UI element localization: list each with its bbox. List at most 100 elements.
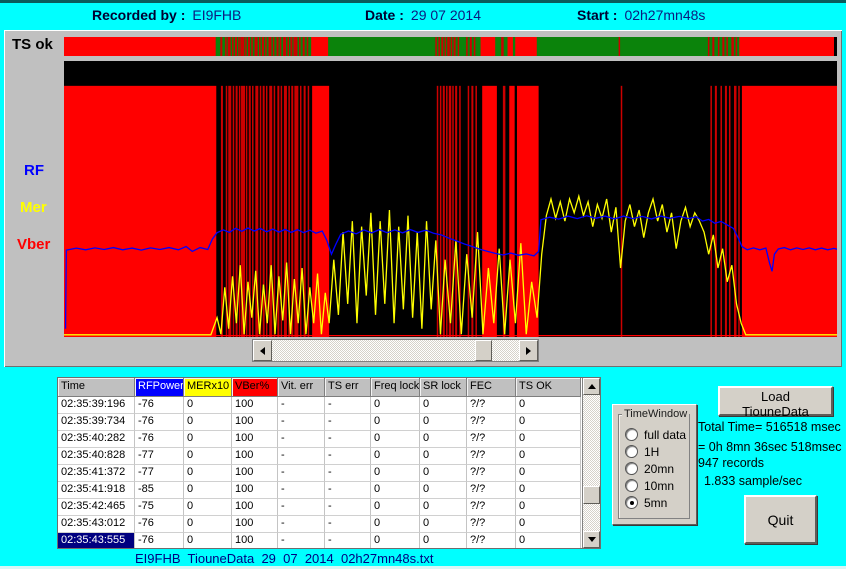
chart-scrollbar-thumb[interactable]: [475, 340, 492, 361]
start-group: Start :02h27mn48s: [577, 7, 705, 23]
radio-1h[interactable]: 1H: [625, 443, 687, 460]
radio-5mn[interactable]: 5mn: [625, 494, 687, 511]
table-cell: -: [278, 414, 325, 431]
table-cell: 100: [232, 533, 278, 548]
table-scrollbar-track[interactable]: [583, 395, 600, 531]
column-header-ts-err[interactable]: TS err: [325, 378, 371, 397]
table-cell: 0: [371, 482, 420, 499]
table-cell: 0: [516, 482, 581, 499]
recorded-by-group: Recorded by :EI9FHB: [92, 7, 241, 23]
table-cell: -: [325, 499, 371, 516]
signal-chart: [64, 61, 837, 337]
table-row[interactable]: 02:35:40:828-770100--00?/?0: [58, 448, 582, 465]
radio-10mn[interactable]: 10mn: [625, 477, 687, 494]
scroll-down-button[interactable]: [583, 531, 600, 548]
date-group: Date :29 07 2014: [365, 7, 481, 23]
table-cell: ?/?: [467, 414, 516, 431]
table-cell: -76: [135, 414, 184, 431]
table-cell: 0: [371, 516, 420, 533]
column-header-sr-lock[interactable]: SR lock: [420, 378, 467, 397]
table-cell: 100: [232, 482, 278, 499]
date-label: Date :: [365, 7, 404, 23]
table-cell: ?/?: [467, 397, 516, 414]
table-row[interactable]: 02:35:43:555-760100--00?/?0: [58, 533, 582, 548]
table-cell: 0: [371, 499, 420, 516]
table-cell: 0: [516, 533, 581, 548]
table-cell: 0: [184, 499, 232, 516]
status-filename: EI9FHB TiouneData 29 07 2014 02h27mn48s.…: [135, 551, 433, 566]
table-cell: -: [325, 482, 371, 499]
table-row[interactable]: 02:35:43:012-760100--00?/?0: [58, 516, 582, 533]
table-cell: 0: [184, 414, 232, 431]
recorded-by-value: EI9FHB: [192, 7, 241, 23]
table-cell: -: [325, 533, 371, 548]
radio-20mn[interactable]: 20mn: [625, 460, 687, 477]
column-header-vit-err[interactable]: Vit. err: [278, 378, 325, 397]
column-header-vber-[interactable]: VBer%: [232, 378, 278, 397]
time-window-groupbox: TimeWindow full data1H20mn10mn5mn: [618, 414, 690, 519]
column-header-time[interactable]: Time: [58, 378, 135, 397]
time-window-title: TimeWindow: [622, 408, 689, 420]
load-tiounedata-button[interactable]: Load TiouneData: [718, 386, 833, 416]
scroll-up-button[interactable]: [583, 378, 600, 395]
chart-scrollbar-track[interactable]: [272, 340, 519, 361]
radio-button-icon[interactable]: [625, 462, 638, 475]
table-row[interactable]: 02:35:40:282-760100--00?/?0: [58, 431, 582, 448]
ts-status-strip: [64, 37, 837, 56]
table-row[interactable]: 02:35:42:465-750100--00?/?0: [58, 499, 582, 516]
radio-label: 5mn: [644, 496, 667, 510]
table-cell: 0: [516, 465, 581, 482]
column-header-fec[interactable]: FEC: [467, 378, 516, 397]
quit-button[interactable]: Quit: [744, 495, 817, 544]
table-cell: 0: [420, 414, 467, 431]
table-cell: 02:35:39:734: [58, 414, 135, 431]
sample-rate-text: 1.833 sample/sec: [704, 474, 802, 488]
table-cell: 0: [184, 448, 232, 465]
column-header-freq-lock[interactable]: Freq lock: [371, 378, 420, 397]
total-time-text: Total Time= 516518 msec: [698, 420, 841, 434]
table-cell: 02:35:41:918: [58, 482, 135, 499]
table-cell: 0: [420, 397, 467, 414]
table-cell: -77: [135, 465, 184, 482]
table-cell: 0: [371, 465, 420, 482]
table-cell: 0: [420, 499, 467, 516]
table-cell: -: [278, 397, 325, 414]
table-cell: -: [278, 448, 325, 465]
column-header-ts-ok[interactable]: TS OK: [516, 378, 581, 397]
table-cell: -76: [135, 397, 184, 414]
radio-button-icon[interactable]: [625, 479, 638, 492]
radio-full-data[interactable]: full data: [625, 426, 687, 443]
table-scrollbar[interactable]: [582, 378, 600, 548]
radio-selected-dot: [630, 501, 634, 505]
table-cell: ?/?: [467, 448, 516, 465]
table-cell: 100: [232, 414, 278, 431]
table-cell: 0: [184, 482, 232, 499]
chart-scrollbar[interactable]: [252, 339, 539, 362]
table-cell: -: [278, 533, 325, 548]
start-label: Start :: [577, 7, 617, 23]
table-cell: 0: [516, 499, 581, 516]
radio-button-icon[interactable]: [625, 428, 638, 441]
time-window-options: full data 1H20mn10mn 5mn: [625, 426, 687, 511]
table-cell: -: [278, 431, 325, 448]
table-cell: 0: [420, 533, 467, 548]
table-row[interactable]: 02:35:39:196-760100--00?/?0: [58, 397, 582, 414]
table-cell: -76: [135, 431, 184, 448]
table-cell: -76: [135, 516, 184, 533]
table-cell: 100: [232, 499, 278, 516]
scroll-right-button[interactable]: [519, 340, 538, 361]
table-cell: 0: [371, 431, 420, 448]
radio-label: 1H: [644, 445, 659, 459]
table-row[interactable]: 02:35:41:372-770100--00?/?0: [58, 465, 582, 482]
table-row[interactable]: 02:35:41:918-850100--00?/?0: [58, 482, 582, 499]
radio-button-icon[interactable]: [625, 496, 638, 509]
scroll-left-button[interactable]: [253, 340, 272, 361]
radio-button-icon[interactable]: [625, 445, 638, 458]
column-header-rfpower[interactable]: RFPower: [135, 378, 184, 397]
table-scrollbar-thumb[interactable]: [583, 486, 600, 504]
table-row[interactable]: 02:35:39:734-760100--00?/?0: [58, 414, 582, 431]
table-body: TimeRFPowerMERx10VBer%Vit. errTS errFreq…: [58, 378, 582, 548]
column-header-merx10[interactable]: MERx10: [184, 378, 232, 397]
table-cell: ?/?: [467, 533, 516, 548]
table-cell: -: [325, 414, 371, 431]
